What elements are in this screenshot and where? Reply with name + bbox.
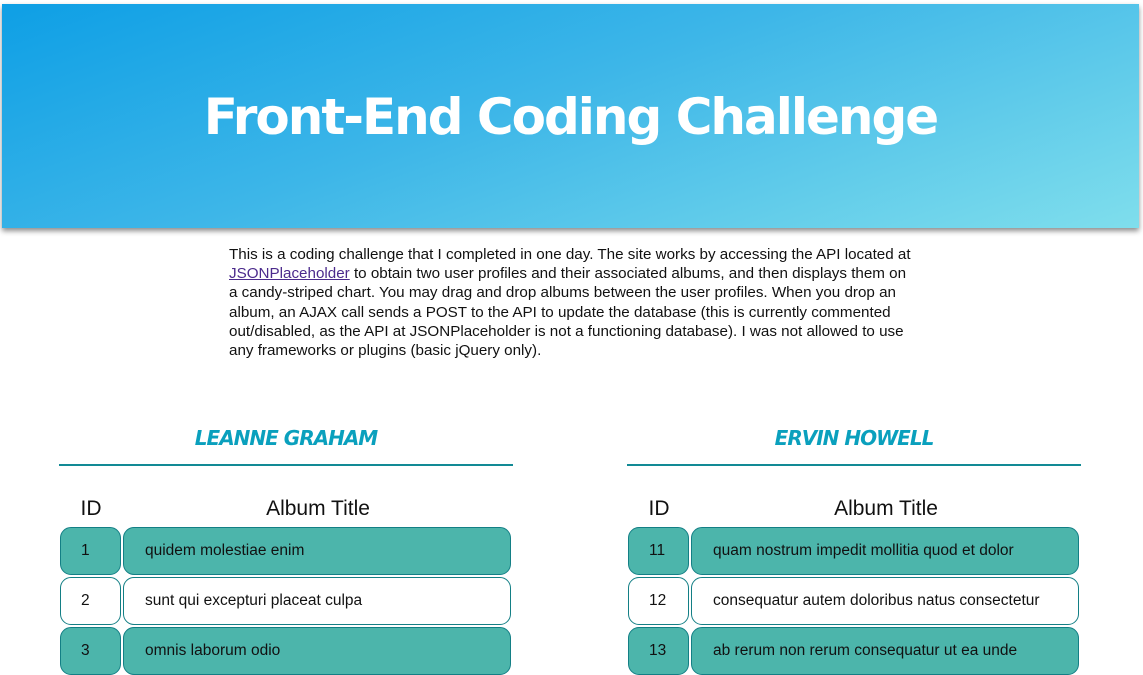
- album-row[interactable]: 2 sunt qui excepturi placeat culpa: [60, 577, 511, 625]
- user-panel-ervin-howell: Ervin Howell ID Album Title 11 quam nost…: [627, 420, 1081, 675]
- page-header: Front-End Coding Challenge: [2, 4, 1139, 228]
- table-header: ID Album Title: [59, 488, 513, 530]
- album-title: quidem molestiae enim: [123, 527, 511, 575]
- divider: [59, 464, 513, 466]
- album-title: consequatur autem doloribus natus consec…: [691, 577, 1079, 625]
- album-title-column-header: Album Title: [266, 497, 370, 520]
- id-column-header: ID: [80, 497, 102, 520]
- album-row[interactable]: 1 quidem molestiae enim: [60, 527, 511, 575]
- album-id: 1: [60, 527, 121, 575]
- jsonplaceholder-link[interactable]: JSONPlaceholder: [229, 265, 350, 282]
- album-row[interactable]: 3 omnis laborum odio: [60, 627, 511, 675]
- album-title: sunt qui excepturi placeat culpa: [123, 577, 511, 625]
- album-id: 12: [628, 577, 689, 625]
- album-id: 2: [60, 577, 121, 625]
- album-row[interactable]: 13 ab rerum non rerum consequatur ut ea …: [628, 627, 1079, 675]
- album-id: 11: [628, 527, 689, 575]
- album-title: omnis laborum odio: [123, 627, 511, 675]
- album-title-column-header: Album Title: [834, 497, 938, 520]
- album-title: quam nostrum impedit mollitia quod et do…: [691, 527, 1079, 575]
- table-header: ID Album Title: [627, 488, 1081, 530]
- id-column-header: ID: [648, 497, 670, 520]
- album-row[interactable]: 11 quam nostrum impedit mollitia quod et…: [628, 527, 1079, 575]
- user-name: Ervin Howell: [774, 426, 935, 450]
- intro-paragraph: This is a coding challenge that I comple…: [229, 245, 917, 360]
- album-id: 3: [60, 627, 121, 675]
- album-id: 13: [628, 627, 689, 675]
- user-name: Leanne Graham: [194, 426, 378, 450]
- intro-text-start: This is a coding challenge that I comple…: [229, 246, 911, 263]
- divider: [627, 464, 1081, 466]
- album-row[interactable]: 12 consequatur autem doloribus natus con…: [628, 577, 1079, 625]
- page-title: Front-End Coding Challenge: [203, 88, 939, 146]
- user-panel-leanne-graham: Leanne Graham ID Album Title 1 quidem mo…: [59, 420, 513, 675]
- album-title: ab rerum non rerum consequatur ut ea und…: [691, 627, 1079, 675]
